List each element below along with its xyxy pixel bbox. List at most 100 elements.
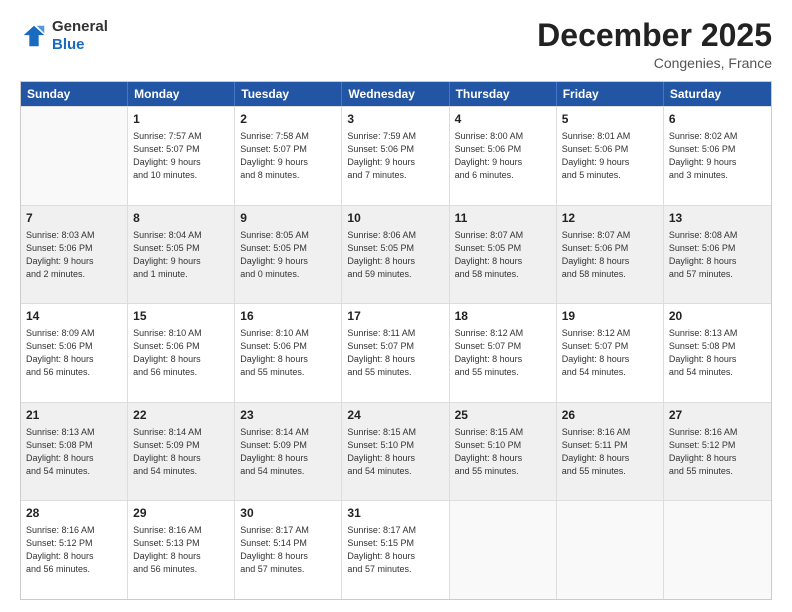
- cell-info-line: Sunrise: 7:59 AM: [347, 130, 443, 143]
- cell-info-line: Daylight: 9 hours: [347, 156, 443, 169]
- cell-info-line: and 6 minutes.: [455, 169, 551, 182]
- cell-info-line: Sunset: 5:06 PM: [26, 340, 122, 353]
- cell-info-line: and 58 minutes.: [562, 268, 658, 281]
- cell-info-line: and 55 minutes.: [562, 465, 658, 478]
- cell-info-line: Daylight: 8 hours: [240, 452, 336, 465]
- calendar-cell: 11Sunrise: 8:07 AMSunset: 5:05 PMDayligh…: [450, 206, 557, 304]
- cell-info-line: Daylight: 9 hours: [26, 255, 122, 268]
- cell-info-line: Sunrise: 8:05 AM: [240, 229, 336, 242]
- cell-info-line: Sunrise: 8:07 AM: [455, 229, 551, 242]
- cell-info-line: Sunrise: 8:15 AM: [347, 426, 443, 439]
- cell-info-line: Sunrise: 8:12 AM: [562, 327, 658, 340]
- calendar-cell: 21Sunrise: 8:13 AMSunset: 5:08 PMDayligh…: [21, 403, 128, 501]
- cell-info-line: and 55 minutes.: [347, 366, 443, 379]
- calendar-cell: 13Sunrise: 8:08 AMSunset: 5:06 PMDayligh…: [664, 206, 771, 304]
- day-number: 31: [347, 505, 443, 522]
- day-of-week-header: Friday: [557, 82, 664, 106]
- cell-info-line: Sunrise: 8:16 AM: [669, 426, 766, 439]
- cell-info-line: and 54 minutes.: [133, 465, 229, 478]
- cell-info-line: Sunset: 5:07 PM: [133, 143, 229, 156]
- cell-info-line: and 10 minutes.: [133, 169, 229, 182]
- day-number: 21: [26, 407, 122, 424]
- cell-info-line: Sunset: 5:06 PM: [562, 242, 658, 255]
- cell-info-line: Daylight: 9 hours: [133, 255, 229, 268]
- day-number: 26: [562, 407, 658, 424]
- day-number: 15: [133, 308, 229, 325]
- cell-info-line: and 56 minutes.: [133, 366, 229, 379]
- cell-info-line: Sunrise: 8:10 AM: [240, 327, 336, 340]
- cell-info-line: Sunset: 5:11 PM: [562, 439, 658, 452]
- cell-info-line: Sunrise: 8:14 AM: [240, 426, 336, 439]
- cell-info-line: and 57 minutes.: [669, 268, 766, 281]
- logo-blue: Blue: [52, 36, 108, 54]
- cell-info-line: and 7 minutes.: [347, 169, 443, 182]
- cell-info-line: Sunrise: 8:16 AM: [26, 524, 122, 537]
- cell-info-line: Sunrise: 8:08 AM: [669, 229, 766, 242]
- cell-info-line: Sunset: 5:09 PM: [240, 439, 336, 452]
- calendar-cell: 23Sunrise: 8:14 AMSunset: 5:09 PMDayligh…: [235, 403, 342, 501]
- cell-info-line: Daylight: 9 hours: [562, 156, 658, 169]
- calendar-cell: 6Sunrise: 8:02 AMSunset: 5:06 PMDaylight…: [664, 107, 771, 205]
- calendar: SundayMondayTuesdayWednesdayThursdayFrid…: [20, 81, 772, 600]
- cell-info-line: and 1 minute.: [133, 268, 229, 281]
- cell-info-line: Sunrise: 8:02 AM: [669, 130, 766, 143]
- cell-info-line: Daylight: 8 hours: [133, 550, 229, 563]
- day-number: 19: [562, 308, 658, 325]
- day-of-week-header: Sunday: [21, 82, 128, 106]
- day-number: 6: [669, 111, 766, 128]
- cell-info-line: and 57 minutes.: [347, 563, 443, 576]
- day-number: 11: [455, 210, 551, 227]
- calendar-cell: [450, 501, 557, 599]
- cell-info-line: Sunset: 5:07 PM: [240, 143, 336, 156]
- day-number: 10: [347, 210, 443, 227]
- cell-info-line: Sunset: 5:12 PM: [26, 537, 122, 550]
- day-number: 27: [669, 407, 766, 424]
- cell-info-line: Daylight: 9 hours: [669, 156, 766, 169]
- cell-info-line: Daylight: 8 hours: [26, 452, 122, 465]
- cell-info-line: Sunset: 5:05 PM: [240, 242, 336, 255]
- cell-info-line: and 2 minutes.: [26, 268, 122, 281]
- day-of-week-header: Thursday: [450, 82, 557, 106]
- cell-info-line: Sunrise: 8:16 AM: [133, 524, 229, 537]
- cell-info-line: Daylight: 8 hours: [669, 452, 766, 465]
- cell-info-line: and 55 minutes.: [669, 465, 766, 478]
- calendar-cell: 8Sunrise: 8:04 AMSunset: 5:05 PMDaylight…: [128, 206, 235, 304]
- cell-info-line: Daylight: 8 hours: [455, 353, 551, 366]
- cell-info-line: Sunset: 5:14 PM: [240, 537, 336, 550]
- calendar-cell: 31Sunrise: 8:17 AMSunset: 5:15 PMDayligh…: [342, 501, 449, 599]
- cell-info-line: Sunrise: 8:03 AM: [26, 229, 122, 242]
- calendar-cell: 14Sunrise: 8:09 AMSunset: 5:06 PMDayligh…: [21, 304, 128, 402]
- cell-info-line: Sunrise: 8:06 AM: [347, 229, 443, 242]
- calendar-cell: [557, 501, 664, 599]
- cell-info-line: Sunset: 5:08 PM: [26, 439, 122, 452]
- day-number: 18: [455, 308, 551, 325]
- month-title: December 2025: [537, 18, 772, 53]
- day-number: 20: [669, 308, 766, 325]
- cell-info-line: Sunset: 5:15 PM: [347, 537, 443, 550]
- cell-info-line: Sunset: 5:06 PM: [455, 143, 551, 156]
- cell-info-line: and 0 minutes.: [240, 268, 336, 281]
- calendar-row: 28Sunrise: 8:16 AMSunset: 5:12 PMDayligh…: [21, 500, 771, 599]
- cell-info-line: Sunrise: 8:16 AM: [562, 426, 658, 439]
- calendar-cell: [664, 501, 771, 599]
- cell-info-line: Sunset: 5:10 PM: [347, 439, 443, 452]
- cell-info-line: Sunrise: 8:11 AM: [347, 327, 443, 340]
- day-number: 8: [133, 210, 229, 227]
- cell-info-line: Daylight: 8 hours: [455, 255, 551, 268]
- location: Congenies, France: [537, 55, 772, 71]
- cell-info-line: Sunset: 5:06 PM: [133, 340, 229, 353]
- cell-info-line: Daylight: 9 hours: [240, 255, 336, 268]
- cell-info-line: Sunrise: 7:57 AM: [133, 130, 229, 143]
- day-number: 25: [455, 407, 551, 424]
- cell-info-line: and 3 minutes.: [669, 169, 766, 182]
- calendar-row: 14Sunrise: 8:09 AMSunset: 5:06 PMDayligh…: [21, 303, 771, 402]
- logo-text: General Blue: [52, 18, 108, 54]
- day-number: 3: [347, 111, 443, 128]
- cell-info-line: Sunrise: 7:58 AM: [240, 130, 336, 143]
- calendar-row: 7Sunrise: 8:03 AMSunset: 5:06 PMDaylight…: [21, 205, 771, 304]
- day-number: 22: [133, 407, 229, 424]
- cell-info-line: Sunrise: 8:01 AM: [562, 130, 658, 143]
- day-number: 14: [26, 308, 122, 325]
- cell-info-line: Sunrise: 8:00 AM: [455, 130, 551, 143]
- calendar-cell: 5Sunrise: 8:01 AMSunset: 5:06 PMDaylight…: [557, 107, 664, 205]
